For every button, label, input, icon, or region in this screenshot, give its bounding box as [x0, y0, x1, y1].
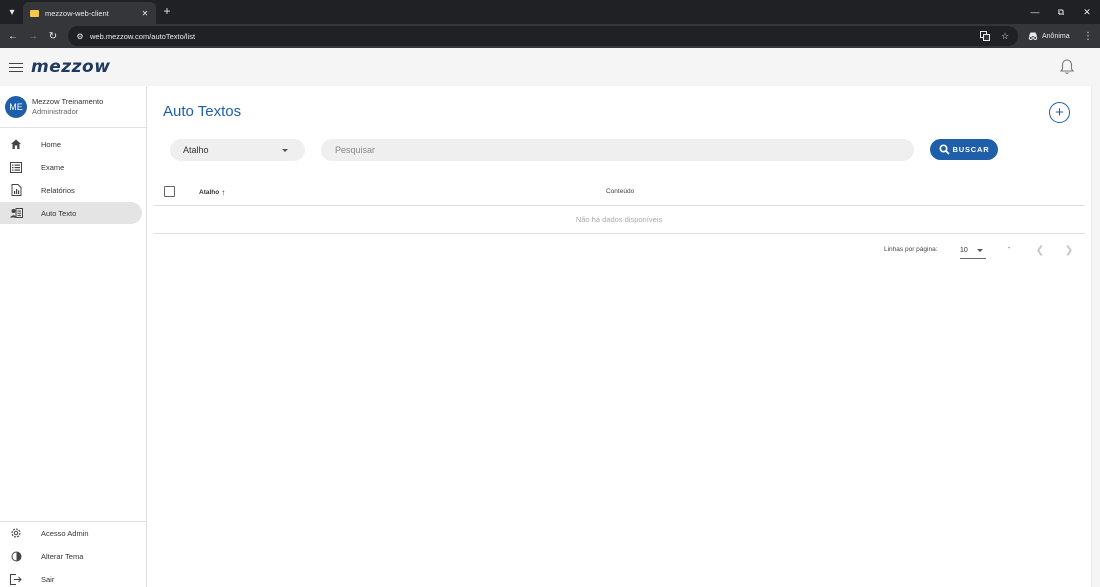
report-icon: [8, 182, 24, 198]
sidebar-item-home[interactable]: Home: [0, 133, 142, 155]
sidebar-item-label: Acesso Admin: [41, 528, 89, 538]
page-title: Auto Textos: [163, 103, 242, 120]
browser-tab[interactable]: mezzow-web-client ✕: [23, 2, 156, 24]
dropdown-caret-icon: [282, 148, 288, 152]
sidebar-item-label: Alterar Tema: [41, 551, 84, 561]
home-icon: [8, 136, 24, 152]
table-header: Atalho ↑ Conteúdo: [153, 178, 1085, 206]
user-role: Administrador: [32, 107, 79, 116]
sidebar-item-label: Exame: [41, 162, 65, 172]
plus-icon: +: [1055, 104, 1064, 121]
app-logo[interactable]: mezzow: [31, 57, 110, 77]
incognito-profile-button[interactable]: Anônima: [1022, 27, 1076, 45]
next-page-icon[interactable]: ❯: [1062, 243, 1076, 257]
add-auto-texto-button[interactable]: +: [1049, 102, 1070, 123]
search-input[interactable]: [335, 145, 914, 155]
rows-per-page-select[interactable]: 10: [960, 243, 986, 259]
forward-arrow-icon[interactable]: →: [25, 28, 41, 44]
buscar-button[interactable]: BUSCAR: [930, 139, 998, 160]
hamburger-menu-icon[interactable]: [8, 60, 24, 74]
search-field[interactable]: [321, 139, 914, 161]
restore-icon[interactable]: ⧉: [1053, 4, 1069, 20]
notification-bell-icon[interactable]: [1058, 58, 1076, 76]
buscar-label: BUSCAR: [952, 145, 990, 154]
list-icon: [8, 159, 24, 175]
address-bar[interactable]: ⚙ web.mezzow.com/autoTexto/list ☆: [68, 26, 1018, 46]
table-empty-message: Não há dados disponíveis: [153, 206, 1085, 234]
sidebar-item-acesso-admin[interactable]: Acesso Admin: [0, 522, 142, 544]
browser-toolbar: ← → ↻ ⚙ web.mezzow.com/autoTexto/list ☆ …: [0, 24, 1100, 48]
theme-icon: [8, 548, 24, 564]
contact-card-icon: [8, 205, 24, 221]
gear-icon: [8, 525, 24, 541]
new-tab-icon[interactable]: +: [160, 4, 174, 18]
search-icon: [939, 144, 950, 155]
bookmark-star-icon[interactable]: ☆: [998, 29, 1012, 43]
tab-close-icon[interactable]: ✕: [140, 9, 150, 18]
select-all-checkbox[interactable]: [164, 186, 175, 197]
sidebar-item-exame[interactable]: Exame: [0, 156, 142, 178]
sidebar-item-auto-texto[interactable]: Auto Texto: [0, 202, 142, 224]
incognito-label: Anônima: [1042, 32, 1070, 40]
filter-field-select[interactable]: Atalho: [170, 139, 305, 161]
url-text[interactable]: web.mezzow.com/autoTexto/list: [90, 32, 978, 41]
browser-tabstrip: ▾ mezzow-web-client ✕ + — ⧉ ✕: [0, 0, 1100, 24]
rows-per-page-value: 10: [960, 247, 968, 254]
incognito-icon: [1028, 32, 1038, 40]
back-arrow-icon[interactable]: ←: [5, 28, 21, 44]
avatar[interactable]: ME: [5, 96, 27, 118]
app-header: mezzow: [0, 48, 1100, 86]
filter-select-value: Atalho: [183, 145, 209, 155]
tab-title: mezzow-web-client: [45, 8, 109, 18]
sidebar-item-label: Home: [41, 139, 62, 149]
user-profile: ME Mezzow Treinamento Administrador: [0, 86, 146, 128]
column-header-conteudo[interactable]: Conteúdo: [606, 188, 634, 195]
rows-per-page-label: Linhas por página:: [884, 246, 938, 253]
sidebar: ME Mezzow Treinamento Administrador Home…: [0, 86, 147, 587]
minimize-icon[interactable]: —: [1027, 4, 1043, 20]
sidebar-item-label: Auto Texto: [41, 208, 77, 218]
sidebar-item-alterar-tema[interactable]: Alterar Tema: [0, 545, 142, 567]
dropdown-caret-icon: [977, 249, 983, 252]
logout-icon: [8, 571, 24, 587]
sidebar-item-sair[interactable]: Sair: [0, 568, 142, 587]
browser-menu-icon[interactable]: ⋮: [1081, 28, 1095, 44]
previous-page-icon[interactable]: ❮: [1033, 243, 1047, 257]
sidebar-item-relatorios[interactable]: Relatórios: [0, 179, 142, 201]
site-settings-icon[interactable]: ⚙: [74, 30, 86, 42]
sidebar-item-label: Sair: [41, 574, 55, 584]
sort-arrow-up-icon: ↑: [221, 188, 226, 197]
translate-icon[interactable]: [978, 29, 992, 43]
column-header-atalho[interactable]: Atalho ↑: [199, 188, 225, 197]
user-name: Mezzow Treinamento: [32, 97, 104, 106]
column-header-label: Atalho: [199, 189, 220, 196]
tab-search-chevron-icon[interactable]: ▾: [4, 4, 20, 20]
reload-icon[interactable]: ↻: [45, 28, 61, 44]
sidebar-item-label: Relatórios: [41, 185, 75, 195]
pagination-range: -: [1007, 245, 1011, 252]
scrollbar[interactable]: [1091, 86, 1100, 587]
folder-favicon-icon: [30, 9, 39, 17]
window-close-icon[interactable]: ✕: [1079, 4, 1095, 20]
